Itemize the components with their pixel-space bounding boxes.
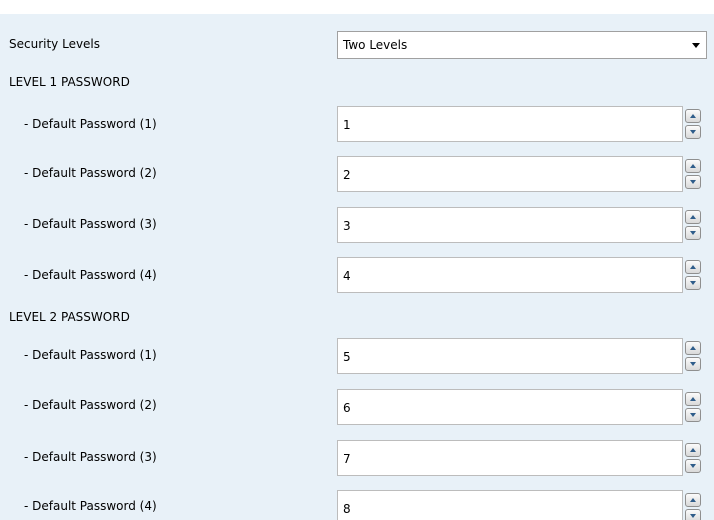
level2-password-4-label: - Default Password (4) — [24, 499, 157, 513]
spin-up-button[interactable] — [685, 260, 701, 274]
level1-password-3-input[interactable]: 3 — [337, 207, 683, 243]
level1-password-3-label: - Default Password (3) — [24, 217, 157, 231]
level2-password-1-spinner — [685, 340, 701, 372]
spin-down-button[interactable] — [685, 125, 701, 139]
spin-up-icon — [690, 498, 696, 502]
level2-password-2-value: 6 — [343, 401, 351, 415]
spin-down-button[interactable] — [685, 226, 701, 240]
level2-password-1-input[interactable]: 5 — [337, 338, 683, 374]
level1-password-header: LEVEL 1 PASSWORD — [9, 75, 130, 89]
spin-up-button[interactable] — [685, 493, 701, 507]
level2-password-1-value: 5 — [343, 350, 351, 364]
level2-password-2-input[interactable]: 6 — [337, 389, 683, 425]
level1-password-4-value: 4 — [343, 269, 351, 283]
spin-down-icon — [690, 464, 696, 468]
level1-password-1-spinner — [685, 108, 701, 140]
spin-up-icon — [690, 448, 696, 452]
spin-up-icon — [690, 164, 696, 168]
spin-down-icon — [690, 281, 696, 285]
level2-password-1-label: - Default Password (1) — [24, 348, 157, 362]
spin-down-icon — [690, 180, 696, 184]
level2-password-4-input[interactable]: 8 — [337, 490, 683, 520]
spin-down-icon — [690, 362, 696, 366]
spin-up-icon — [690, 346, 696, 350]
spin-down-button[interactable] — [685, 175, 701, 189]
level2-password-2-label: - Default Password (2) — [24, 398, 157, 412]
spin-up-button[interactable] — [685, 109, 701, 123]
level2-password-header: LEVEL 2 PASSWORD — [9, 310, 130, 324]
level1-password-2-value: 2 — [343, 168, 351, 182]
security-settings-panel: Security Levels Two Levels LEVEL 1 PASSW… — [0, 14, 714, 520]
chevron-down-icon — [692, 43, 700, 48]
spin-up-icon — [690, 397, 696, 401]
level2-password-4-value: 8 — [343, 502, 351, 516]
spin-down-button[interactable] — [685, 509, 701, 520]
spin-up-icon — [690, 114, 696, 118]
spin-down-icon — [690, 413, 696, 417]
spin-up-button[interactable] — [685, 210, 701, 224]
level1-password-1-label: - Default Password (1) — [24, 117, 157, 131]
level1-password-4-input[interactable]: 4 — [337, 257, 683, 293]
level1-password-3-spinner — [685, 209, 701, 241]
level1-password-1-input[interactable]: 1 — [337, 106, 683, 142]
spin-down-button[interactable] — [685, 408, 701, 422]
spin-down-button[interactable] — [685, 357, 701, 371]
spin-up-button[interactable] — [685, 159, 701, 173]
level1-password-4-spinner — [685, 259, 701, 291]
level1-password-2-spinner — [685, 158, 701, 190]
spin-up-button[interactable] — [685, 341, 701, 355]
spin-down-button[interactable] — [685, 276, 701, 290]
level2-password-2-spinner — [685, 391, 701, 423]
security-levels-selected-value: Two Levels — [343, 38, 408, 52]
spin-down-button[interactable] — [685, 459, 701, 473]
spin-up-icon — [690, 215, 696, 219]
spin-down-icon — [690, 514, 696, 518]
spin-up-button[interactable] — [685, 443, 701, 457]
level1-password-1-value: 1 — [343, 118, 351, 132]
level2-password-3-input[interactable]: 7 — [337, 440, 683, 476]
level2-password-3-spinner — [685, 442, 701, 474]
spin-down-icon — [690, 130, 696, 134]
level1-password-2-input[interactable]: 2 — [337, 156, 683, 192]
level2-password-3-value: 7 — [343, 452, 351, 466]
level2-password-3-label: - Default Password (3) — [24, 450, 157, 464]
spin-up-icon — [690, 265, 696, 269]
security-levels-label: Security Levels — [9, 37, 101, 51]
spin-down-icon — [690, 231, 696, 235]
security-levels-dropdown[interactable]: Two Levels — [337, 31, 707, 59]
level1-password-4-label: - Default Password (4) — [24, 268, 157, 282]
level1-password-2-label: - Default Password (2) — [24, 166, 157, 180]
spin-up-button[interactable] — [685, 392, 701, 406]
level2-password-4-spinner — [685, 492, 701, 520]
level1-password-3-value: 3 — [343, 219, 351, 233]
